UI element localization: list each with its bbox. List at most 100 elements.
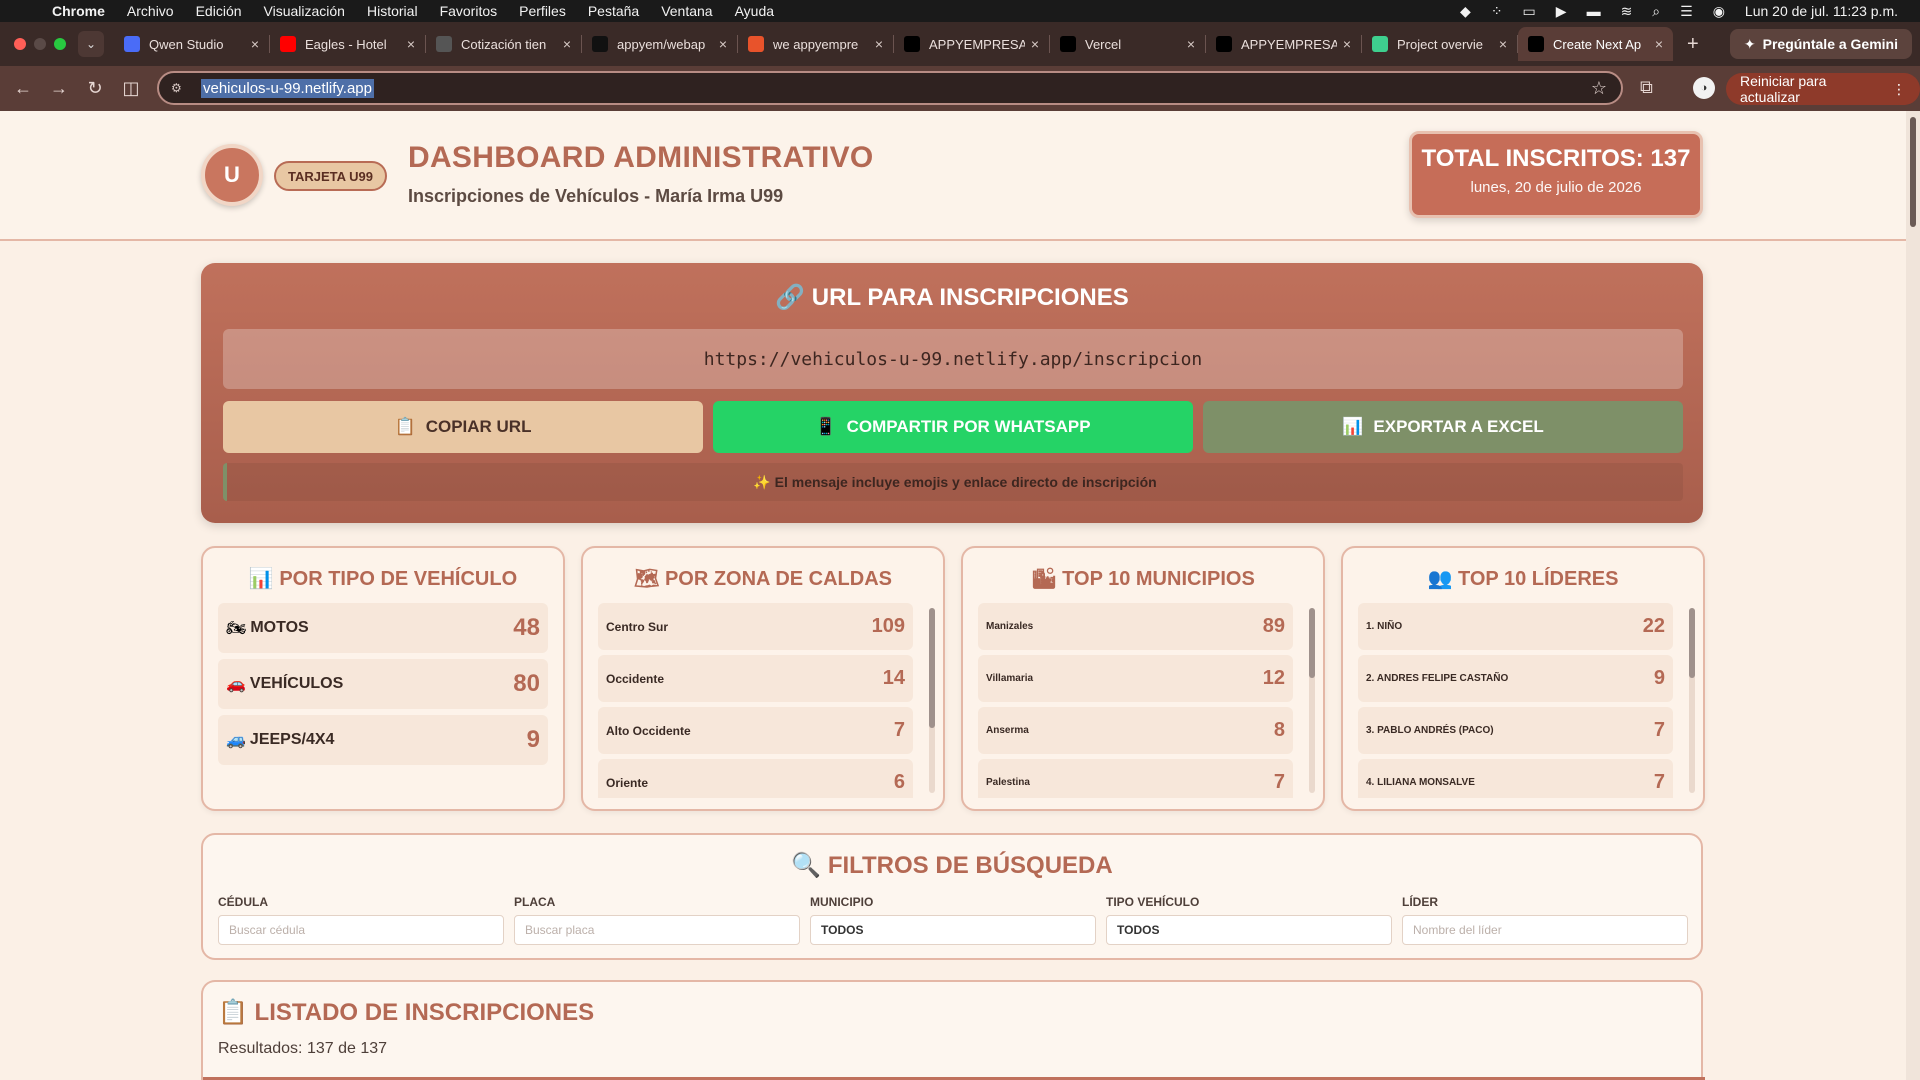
tab-5[interactable]: we appyempre × <box>738 27 893 61</box>
menu-archivo[interactable]: Archivo <box>127 3 174 19</box>
placa-label: PLACA <box>514 895 556 909</box>
placa-input[interactable] <box>514 915 800 945</box>
tipo-vehiculo-select[interactable]: TODOS <box>1106 915 1392 945</box>
address-url[interactable]: vehiculos-u-99.netlify.app <box>201 78 374 98</box>
copy-url-button[interactable]: 📋 COPIAR URL <box>223 401 703 453</box>
export-excel-button[interactable]: 📊 EXPORTAR A EXCEL <box>1203 401 1683 453</box>
tab-strip: ⌄ Qwen Studio × Eagles - Hotel × Cotización … <box>0 22 1920 66</box>
split-view-button[interactable]: ◫ <box>113 78 149 99</box>
close-tab-icon[interactable]: × <box>251 36 259 52</box>
forward-button[interactable]: → <box>41 78 77 99</box>
tab-10[interactable]: Create Next Ap × <box>1518 27 1673 61</box>
cedula-input[interactable] <box>218 915 504 945</box>
tabs: Qwen Studio × Eagles - Hotel × Cotización ti… <box>114 27 1673 61</box>
search-filters: 🔍 FILTROS DE BÚSQUEDA CÉDULA PLACA MUNIC… <box>201 833 1703 960</box>
page-scrollbar[interactable] <box>1906 111 1920 1080</box>
tab-title: Vercel <box>1085 36 1122 52</box>
menu-historial[interactable]: Historial <box>367 3 418 19</box>
more-menu-icon[interactable]: ⋮ <box>1892 81 1906 98</box>
close-tab-icon[interactable]: × <box>407 36 415 52</box>
bookmark-star-icon[interactable]: ☆ <box>1591 78 1607 99</box>
close-tab-icon[interactable]: × <box>1655 36 1663 52</box>
close-tab-icon[interactable]: × <box>563 36 571 52</box>
menu-pestana[interactable]: Pestaña <box>588 3 639 19</box>
update-label: Reiniciar para actualizar <box>1740 73 1827 105</box>
tab-4[interactable]: appyem/webap × <box>582 27 737 61</box>
stat-label: Villamaria <box>986 673 1034 684</box>
wifi-icon[interactable]: ≋ <box>1621 3 1633 20</box>
sync-icon[interactable]: ⁘ <box>1491 3 1503 20</box>
tab-8[interactable]: APPYEMPRESA × <box>1206 27 1361 61</box>
tab-3[interactable]: Cotización tien × <box>426 27 581 61</box>
control-center-icon[interactable]: ☰ <box>1680 3 1693 20</box>
profile-avatar[interactable]: ◑ <box>1693 77 1715 99</box>
window-controls <box>0 38 66 50</box>
display-icon[interactable]: ▭ <box>1523 3 1536 20</box>
stat-value: 7 <box>1653 719 1665 741</box>
fullscreen-window-button[interactable] <box>54 38 66 50</box>
lider-filter: LÍDER <box>1402 895 1688 945</box>
update-button[interactable]: Reiniciar para actualizar ⋮ <box>1726 73 1920 105</box>
close-tab-icon[interactable]: × <box>875 36 883 52</box>
close-tab-icon[interactable]: × <box>719 36 727 52</box>
municipio-select[interactable]: TODOS <box>810 915 1096 945</box>
stat-value: 6 <box>893 771 905 793</box>
menu-favoritos[interactable]: Favoritos <box>440 3 498 19</box>
reload-button[interactable]: ↻ <box>77 78 113 99</box>
close-tab-icon[interactable]: × <box>1499 36 1507 52</box>
cedula-filter: CÉDULA <box>218 895 504 945</box>
search-icon[interactable]: ⌕ <box>1652 3 1660 20</box>
close-tab-icon[interactable]: × <box>1187 36 1195 52</box>
stat-value: 7 <box>893 719 905 741</box>
tab-title: Cotización tien <box>461 36 547 52</box>
gemini-button[interactable]: ✦ Pregúntale a Gemini <box>1729 29 1912 59</box>
siri-icon[interactable]: ◉ <box>1713 3 1725 20</box>
stat-row: 🚙 JEEPS/4X4 9 <box>218 715 548 765</box>
close-tab-icon[interactable]: × <box>1343 36 1351 52</box>
menu-edicion[interactable]: Edición <box>196 3 242 19</box>
tab-6[interactable]: APPYEMPRESA × <box>894 27 1049 61</box>
stat-row: 3. PABLO ANDRÉS (PACO) 7 <box>1358 707 1673 754</box>
registration-url-panel: 🔗 URL PARA INSCRIPCIONES https://vehicul… <box>201 263 1703 523</box>
dropbox-icon[interactable]: ◆ <box>1460 3 1471 20</box>
back-button[interactable]: ← <box>5 78 41 99</box>
stat-row: 🚗 VEHÍCULOS 80 <box>218 659 548 709</box>
site-info-icon[interactable]: ⚙ <box>171 81 189 95</box>
stat-row: Alto Occidente 7 <box>598 707 913 754</box>
close-window-button[interactable] <box>14 38 26 50</box>
tab-1[interactable]: Qwen Studio × <box>114 27 269 61</box>
new-tab-button[interactable]: + <box>1673 33 1713 56</box>
tab-7[interactable]: Vercel × <box>1050 27 1205 61</box>
zone-scrollbar[interactable] <box>929 608 935 793</box>
clock[interactable]: Lun 20 de jul. 11:23 p.m. <box>1745 3 1898 19</box>
tab-search-button[interactable]: ⌄ <box>78 31 104 57</box>
export-excel-label: EXPORTAR A EXCEL <box>1373 417 1544 436</box>
extensions-icon[interactable]: ⧉ <box>1640 77 1653 98</box>
stat-label: Anserma <box>986 725 1029 736</box>
menu-perfiles[interactable]: Perfiles <box>519 3 566 19</box>
tab-2[interactable]: Eagles - Hotel × <box>270 27 425 61</box>
gemini-label: Pregúntale a Gemini <box>1762 36 1898 52</box>
battery-icon[interactable]: ▬ <box>1587 3 1601 19</box>
menu-ventana[interactable]: Ventana <box>661 3 712 19</box>
zone-card: 🗺 POR ZONA DE CALDAS Centro Sur 109 Occide… <box>581 546 945 811</box>
address-bar[interactable]: ⚙ vehiculos-u-99.netlify.app ☆ <box>157 71 1623 105</box>
qwen-icon <box>124 36 140 52</box>
menu-app-chrome[interactable]: Chrome <box>52 3 105 19</box>
lider-input[interactable] <box>1402 915 1688 945</box>
cedula-label: CÉDULA <box>218 895 268 909</box>
minimize-window-button[interactable] <box>34 38 46 50</box>
phone-icon: 📱 <box>815 417 837 436</box>
dashboard-header: U TARJETA U99 DASHBOARD ADMINISTRATIVO I… <box>0 111 1906 241</box>
registration-url[interactable]: https://vehiculos-u-99.netlify.app/inscr… <box>223 329 1683 389</box>
vercel-icon <box>904 36 920 52</box>
close-tab-icon[interactable]: × <box>1031 36 1039 52</box>
stat-value: 48 <box>513 614 540 641</box>
tab-9[interactable]: Project overvie × <box>1362 27 1517 61</box>
share-whatsapp-button[interactable]: 📱 COMPARTIR POR WHATSAPP <box>713 401 1193 453</box>
menu-ayuda[interactable]: Ayuda <box>735 3 774 19</box>
play-icon[interactable]: ▶ <box>1556 3 1567 20</box>
leader-scrollbar[interactable] <box>1689 608 1695 793</box>
municipality-scrollbar[interactable] <box>1309 608 1315 793</box>
menu-visualizacion[interactable]: Visualización <box>264 3 345 19</box>
